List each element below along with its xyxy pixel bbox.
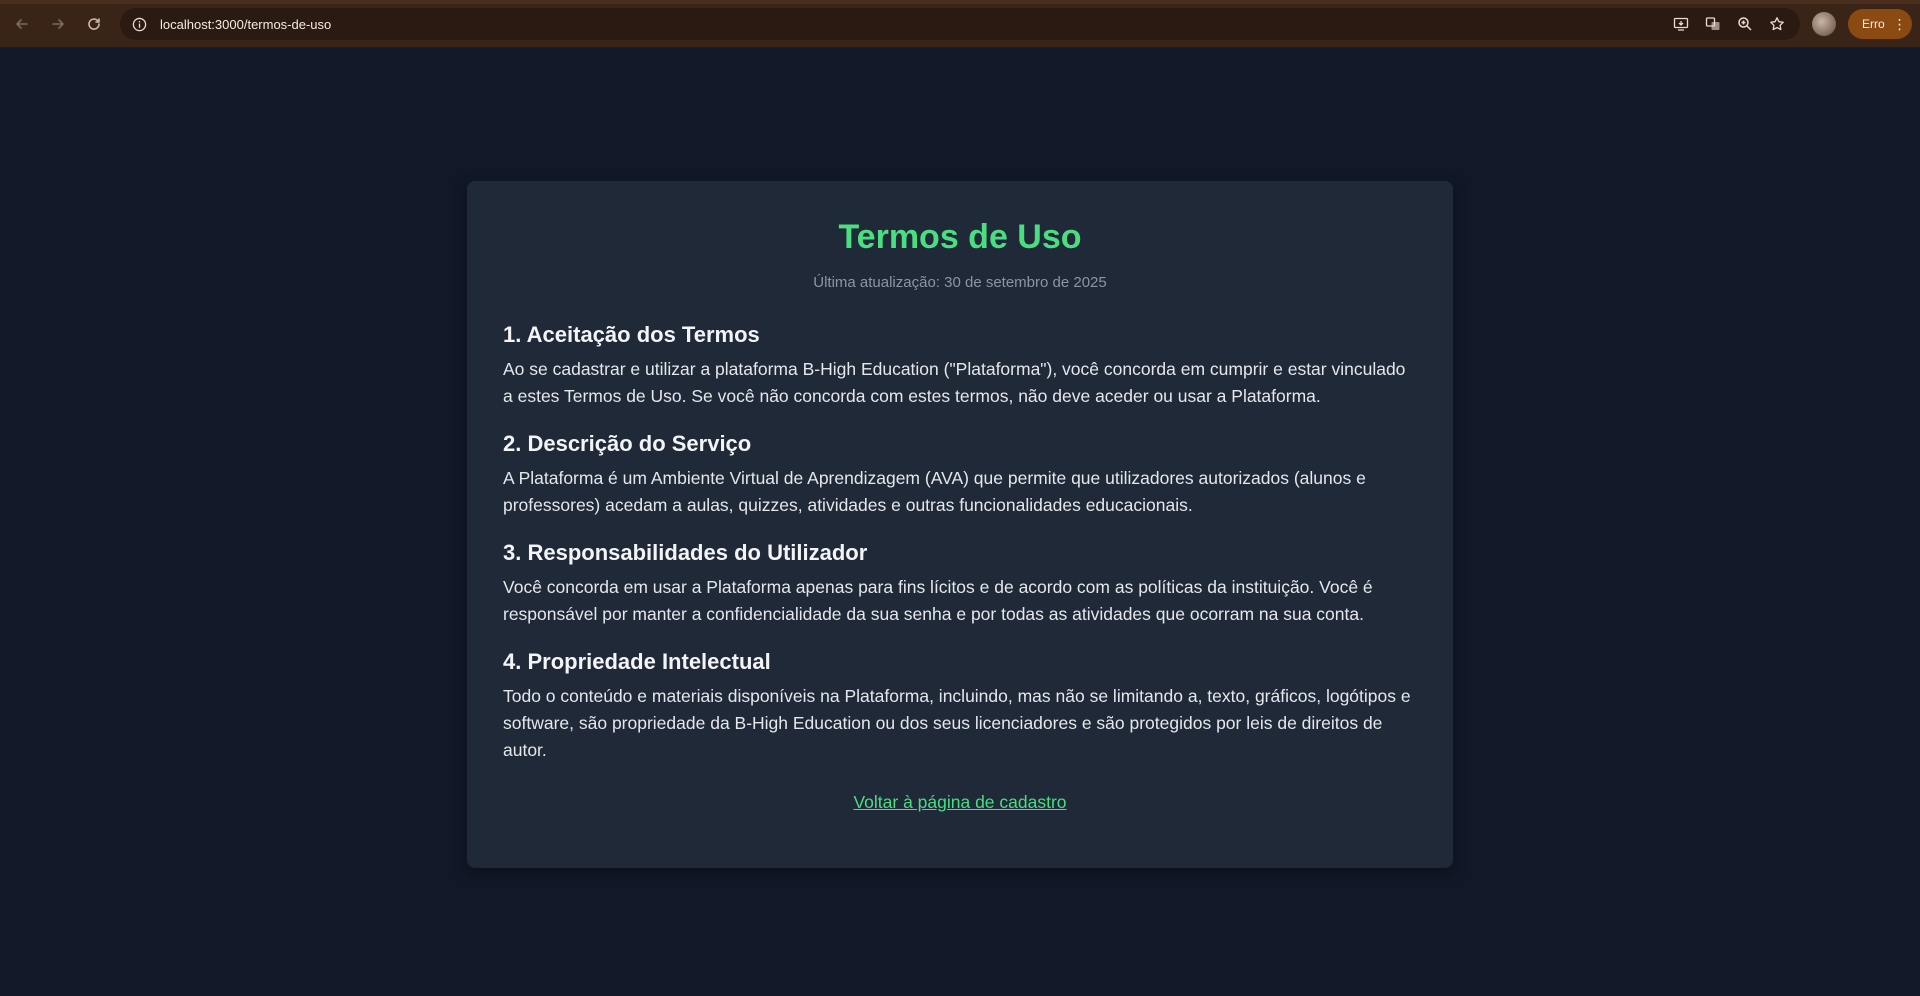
site-info-icon[interactable] xyxy=(130,15,148,33)
address-bar-actions xyxy=(1672,8,1786,40)
browser-toolbar: localhost:3000/termos-de-uso Erro ⋮ xyxy=(0,0,1920,48)
terms-card: Termos de Uso Última atualização: 30 de … xyxy=(467,181,1453,868)
reload-button[interactable] xyxy=(80,10,108,38)
error-chip-label: Erro xyxy=(1862,17,1885,31)
profile-avatar[interactable] xyxy=(1812,12,1836,36)
page-title: Termos de Uso xyxy=(838,218,1082,256)
toolbar-top-strip xyxy=(0,0,1920,4)
terms-section-acceptance: 1. Aceitação dos Termos Ao se cadastrar … xyxy=(503,321,1417,410)
terms-section-intellectual-property: 4. Propriedade Intelectual Todo o conteú… xyxy=(503,648,1417,764)
url-text[interactable]: localhost:3000/termos-de-uso xyxy=(160,17,331,32)
section-body: Ao se cadastrar e utilizar a plataforma … xyxy=(503,359,1406,406)
install-app-icon[interactable] xyxy=(1672,15,1690,33)
back-button[interactable] xyxy=(8,10,36,38)
bookmark-star-icon[interactable] xyxy=(1768,15,1786,33)
terms-section-service-description: 2. Descrição do Serviço A Plataforma é u… xyxy=(503,430,1417,519)
zoom-icon[interactable] xyxy=(1736,15,1754,33)
section-heading: 2. Descrição do Serviço xyxy=(503,431,752,456)
section-heading: 3. Responsabilidades do Utilizador xyxy=(503,540,868,565)
forward-button[interactable] xyxy=(44,10,72,38)
reload-icon xyxy=(88,17,100,30)
section-body: A Plataforma é um Ambiente Virtual de Ap… xyxy=(503,468,1366,515)
section-body: Você concorda em usar a Plataforma apena… xyxy=(503,577,1373,624)
arrow-left-icon xyxy=(16,18,28,29)
terms-section-user-responsibilities: 3. Responsabilidades do Utilizador Você … xyxy=(503,539,1417,628)
section-heading: 4. Propriedade Intelectual xyxy=(503,649,771,674)
profile-error-chip[interactable]: Erro ⋮ xyxy=(1848,9,1912,39)
last-updated-text: Última atualização: 30 de setembro de 20… xyxy=(813,274,1107,291)
section-body: Todo o conteúdo e materiais disponíveis … xyxy=(503,686,1411,760)
translate-icon[interactable] xyxy=(1704,15,1722,33)
more-menu-icon[interactable]: ⋮ xyxy=(1893,17,1907,31)
section-heading: 1. Aceitação dos Termos xyxy=(503,322,760,347)
back-to-signup-link[interactable]: Voltar à página de cadastro xyxy=(503,792,1417,813)
address-bar[interactable]: localhost:3000/termos-de-uso xyxy=(120,8,1800,40)
arrow-right-icon xyxy=(52,18,64,29)
